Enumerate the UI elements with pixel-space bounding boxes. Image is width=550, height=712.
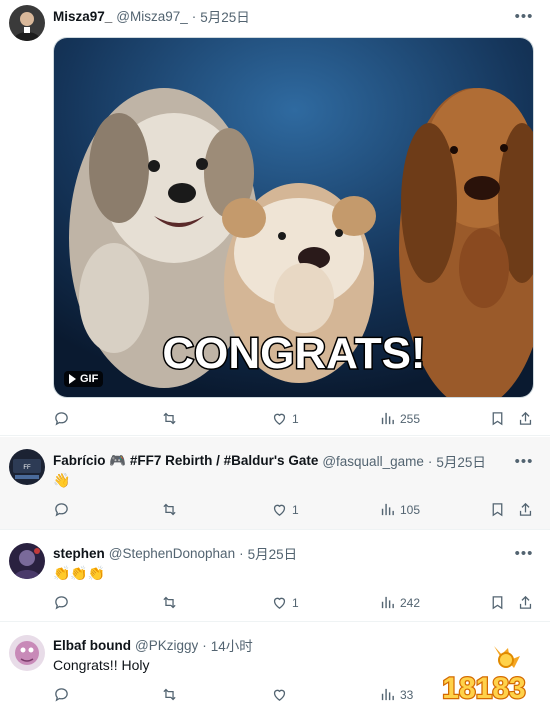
retweet-button[interactable]	[161, 410, 182, 427]
views-button[interactable]: 105	[379, 501, 420, 518]
tweet-text: Congrats!! Holy	[53, 657, 150, 673]
views-icon	[381, 412, 394, 425]
separator-dot: ·	[202, 637, 207, 653]
retweet-icon	[163, 412, 176, 425]
bookmark-icon	[492, 596, 503, 610]
retweet-button[interactable]	[161, 501, 182, 518]
share-icon	[519, 595, 532, 609]
reply-button[interactable]	[53, 686, 74, 703]
gif-media[interactable]: CONGRATS! GIF	[53, 37, 534, 398]
share-icon	[519, 411, 532, 425]
reply-icon	[55, 503, 68, 517]
like-icon	[273, 413, 286, 425]
tweet-header: stephen @StephenDonophan · 5月25日	[53, 543, 538, 563]
user-name[interactable]: Elbaf bound	[53, 638, 131, 653]
views-count: 255	[400, 411, 421, 426]
bookmark-button[interactable]	[489, 410, 506, 427]
action-bar: 1 105	[53, 501, 538, 521]
retweet-button[interactable]	[161, 686, 182, 703]
like-button[interactable]: 1	[271, 501, 299, 518]
reply-button[interactable]	[53, 501, 74, 518]
views-count: 33	[400, 687, 414, 702]
separator-dot: ·	[427, 453, 433, 469]
user-handle[interactable]: @StephenDonophan	[109, 546, 235, 561]
more-icon[interactable]: •••	[514, 6, 534, 26]
user-name[interactable]: stephen	[53, 546, 105, 561]
bookmark-button[interactable]	[489, 594, 506, 611]
views-icon	[381, 688, 394, 701]
views-count: 105	[400, 502, 421, 517]
timestamp[interactable]: 14小时	[211, 635, 253, 655]
tweet-fabricio[interactable]: FF Fabrício 🎮 #FF7 Rebirth / #Baldur's G…	[0, 437, 550, 530]
like-icon	[273, 597, 286, 609]
action-bar: 1 255	[53, 410, 538, 430]
avatar[interactable]	[9, 635, 45, 671]
retweet-icon	[163, 596, 176, 609]
views-icon	[381, 596, 394, 609]
like-button[interactable]: 1	[271, 594, 299, 611]
tweet-text: 👏👏👏	[53, 565, 106, 581]
tweet-stephen[interactable]: stephen @StephenDonophan · 5月25日 ••• 👏👏👏…	[0, 531, 550, 622]
avatar[interactable]: FF	[9, 449, 45, 485]
separator-dot: ·	[191, 8, 197, 24]
play-icon	[69, 374, 76, 384]
svg-text:FF: FF	[23, 465, 31, 471]
retweet-icon	[163, 503, 176, 516]
views-button[interactable]: 33	[379, 686, 413, 703]
tweet-misza97[interactable]: Misza97_ @Misza97_ · 5月25日 ••• CONGRATS!…	[0, 0, 550, 436]
views-button[interactable]: 255	[379, 410, 420, 427]
more-icon[interactable]: •••	[514, 451, 534, 471]
reply-icon	[55, 688, 68, 702]
user-handle[interactable]: @fasquall_game	[322, 454, 424, 469]
user-name[interactable]: Fabrício 🎮 #FF7 Rebirth / #Baldur's Gate	[53, 453, 318, 469]
views-icon	[381, 503, 394, 516]
watermark-logo: 18183	[441, 646, 527, 706]
user-handle[interactable]: @PKziggy	[135, 638, 198, 653]
retweet-button[interactable]	[161, 594, 182, 611]
like-button[interactable]	[271, 686, 292, 703]
share-button[interactable]	[517, 594, 534, 611]
reply-icon	[55, 596, 68, 610]
tweet-elbaf[interactable]: Elbaf bound @PKziggy · 14小时 Congrats!! H…	[0, 623, 550, 712]
share-button[interactable]	[517, 410, 534, 427]
reply-button[interactable]	[53, 410, 74, 427]
like-count: 1	[292, 502, 299, 517]
like-icon	[273, 504, 286, 516]
bookmark-icon	[492, 503, 503, 517]
avatar[interactable]	[9, 5, 45, 41]
like-count: 1	[292, 595, 299, 610]
reply-icon	[55, 412, 68, 426]
avatar[interactable]	[9, 543, 45, 579]
bookmark-button[interactable]	[489, 501, 506, 518]
like-button[interactable]: 1	[271, 410, 299, 427]
gif-image: CONGRATS!	[54, 38, 533, 397]
tweet-text: 👋	[53, 472, 71, 488]
like-count: 1	[292, 411, 299, 426]
action-bar: 1 242	[53, 594, 538, 614]
views-count: 242	[400, 595, 421, 610]
views-button[interactable]: 242	[379, 594, 420, 611]
share-button[interactable]	[517, 501, 534, 518]
watermark-text: 18183	[442, 672, 525, 705]
retweet-icon	[163, 688, 176, 701]
gif-caption: CONGRATS!	[162, 329, 425, 378]
more-icon[interactable]: •••	[514, 543, 534, 563]
like-icon	[273, 689, 286, 701]
share-icon	[519, 502, 532, 516]
user-name[interactable]: Misza97_	[53, 9, 112, 24]
timestamp[interactable]: 5月25日	[248, 543, 298, 563]
gif-label: GIF	[80, 373, 99, 385]
tweet-header: Misza97_ @Misza97_ · 5月25日	[53, 6, 538, 26]
gif-badge[interactable]: GIF	[64, 371, 104, 387]
tweet-header: Fabrício 🎮 #FF7 Rebirth / #Baldur's Gate…	[53, 451, 538, 471]
timestamp[interactable]: 5月25日	[200, 6, 250, 26]
user-handle[interactable]: @Misza97_	[116, 9, 187, 24]
timestamp[interactable]: 5月25日	[436, 451, 486, 471]
separator-dot: ·	[239, 545, 244, 561]
reply-button[interactable]	[53, 594, 74, 611]
bookmark-icon	[492, 412, 503, 426]
